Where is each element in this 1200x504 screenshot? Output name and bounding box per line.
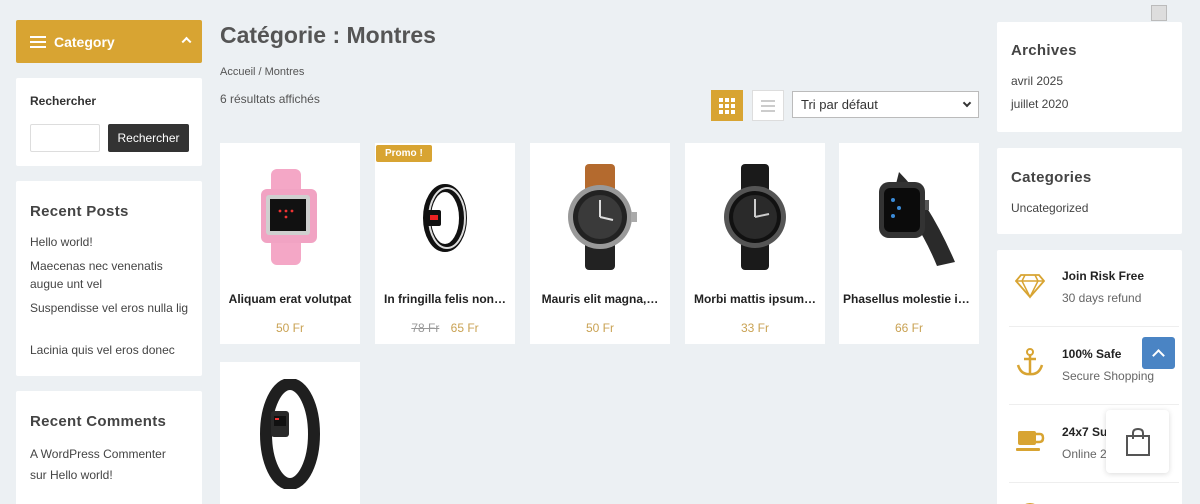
categories-widget: Categories Uncategorized xyxy=(997,148,1182,234)
product-price: 66 Fr xyxy=(839,321,979,335)
feature-subtitle: Online 2 xyxy=(1062,447,1107,461)
product-image[interactable] xyxy=(530,153,670,281)
feature-subtitle: 30 days refund xyxy=(1062,291,1142,305)
product-card[interactable]: Aliquam erat volutpat 50 Fr xyxy=(220,143,360,344)
product-name[interactable]: Mauris elit magna,… xyxy=(534,292,666,306)
divider xyxy=(1009,404,1179,405)
breadcrumb[interactable]: Accueil / Montres xyxy=(220,66,304,78)
product-price: 50 Fr xyxy=(530,321,670,335)
divider xyxy=(1009,326,1179,327)
product-image[interactable] xyxy=(839,153,979,281)
product-price: 50 Fr xyxy=(220,321,360,335)
categories-title: Categories xyxy=(1011,169,1092,186)
user-avatar-icon[interactable] xyxy=(1151,5,1167,21)
archive-link[interactable]: juillet 2020 xyxy=(1011,95,1171,113)
category-menu-toggle[interactable]: Category xyxy=(16,20,202,63)
feature-title: Join Risk Free xyxy=(1062,269,1145,283)
product-image[interactable] xyxy=(220,374,360,494)
category-label: Category xyxy=(54,33,115,50)
page-title: Catégorie : Montres xyxy=(220,22,436,48)
product-name[interactable]: Aliquam erat volutpat xyxy=(224,292,356,306)
product-price: 78 Fr 65 Fr xyxy=(375,321,515,335)
recent-posts-widget: Recent Posts Hello world! Maecenas nec v… xyxy=(16,181,202,376)
shopping-bag-icon xyxy=(1125,427,1150,456)
sort-select-value: Tri par défaut xyxy=(801,97,878,112)
floating-cart-button[interactable] xyxy=(1106,410,1169,473)
chevron-down-icon xyxy=(962,98,972,108)
product-price: 33 Fr xyxy=(685,321,825,335)
hamburger-icon xyxy=(30,35,46,48)
product-name[interactable]: In fringilla felis non… xyxy=(379,292,511,306)
search-widget-title: Rechercher xyxy=(30,94,97,108)
product-image[interactable] xyxy=(685,153,825,281)
feature-title: 24x7 Su xyxy=(1062,425,1108,439)
black-smartwatch-image xyxy=(724,164,786,270)
search-button[interactable]: Rechercher xyxy=(108,124,189,152)
fitness-tracker-image xyxy=(260,379,320,489)
product-current-price: 65 Fr xyxy=(450,321,479,335)
chevron-up-icon xyxy=(181,36,192,47)
product-card[interactable]: Morbi mattis ipsum… 33 Fr xyxy=(685,143,825,344)
recent-comments-title: Recent Comments xyxy=(30,413,167,430)
product-current-price: 66 Fr xyxy=(894,321,923,335)
feature-title: 100% Safe xyxy=(1062,347,1122,361)
list-view-button[interactable] xyxy=(752,90,784,121)
product-card[interactable]: Mauris elit magna,… 50 Fr xyxy=(530,143,670,344)
product-card[interactable] xyxy=(220,362,360,504)
archive-link[interactable]: avril 2025 xyxy=(1011,72,1171,90)
product-image[interactable] xyxy=(220,153,360,281)
led-bracelet-watch-image xyxy=(423,184,467,252)
apple-style-watch-image xyxy=(879,172,955,266)
grid-view-button[interactable] xyxy=(711,90,743,121)
product-image[interactable] xyxy=(375,153,515,281)
product-card[interactable]: Phasellus molestie id… 66 Fr xyxy=(839,143,979,344)
product-name[interactable]: Morbi mattis ipsum… xyxy=(689,292,821,306)
recent-post-link[interactable]: Lacinia quis vel eros donec xyxy=(30,341,190,359)
partial-feature-icon xyxy=(1025,503,1035,504)
search-input[interactable] xyxy=(30,124,100,152)
recent-post-link[interactable]: Suspendisse vel eros nulla lig xyxy=(30,299,190,317)
diamond-icon xyxy=(1015,274,1045,299)
scroll-to-top-button[interactable] xyxy=(1142,337,1175,369)
recent-comments-widget: Recent Comments A WordPress Commenter su… xyxy=(16,391,202,504)
pink-digital-watch-image xyxy=(261,169,317,265)
product-old-price: 78 Fr xyxy=(411,321,440,335)
feature-subtitle: Secure Shopping xyxy=(1062,369,1155,383)
archives-widget: Archives avril 2025 juillet 2020 xyxy=(997,22,1182,132)
product-current-price: 33 Fr xyxy=(740,321,769,335)
divider xyxy=(1009,482,1179,483)
product-current-price: 50 Fr xyxy=(585,321,614,335)
recent-comment-link[interactable]: A WordPress Commenter sur Hello world! xyxy=(30,444,180,486)
category-link[interactable]: Uncategorized xyxy=(1011,199,1171,217)
coffee-cup-icon xyxy=(1016,431,1045,451)
archives-title: Archives xyxy=(1011,42,1077,59)
leather-strap-watch-image xyxy=(568,164,637,270)
results-count: 6 résultats affichés xyxy=(220,92,320,106)
recent-post-link[interactable]: Hello world! xyxy=(30,233,190,251)
search-widget: Rechercher Rechercher xyxy=(16,78,202,166)
recent-posts-title: Recent Posts xyxy=(30,203,129,220)
recent-post-link[interactable]: Maecenas nec venenatis augue unt vel xyxy=(30,257,190,293)
sort-select[interactable]: Tri par défaut xyxy=(792,91,979,118)
product-name[interactable]: Phasellus molestie id… xyxy=(843,292,975,306)
product-current-price: 50 Fr xyxy=(275,321,304,335)
product-card[interactable]: Promo ! In fringilla felis non… 78 Fr 65… xyxy=(375,143,515,344)
anchor-icon xyxy=(1016,348,1044,376)
